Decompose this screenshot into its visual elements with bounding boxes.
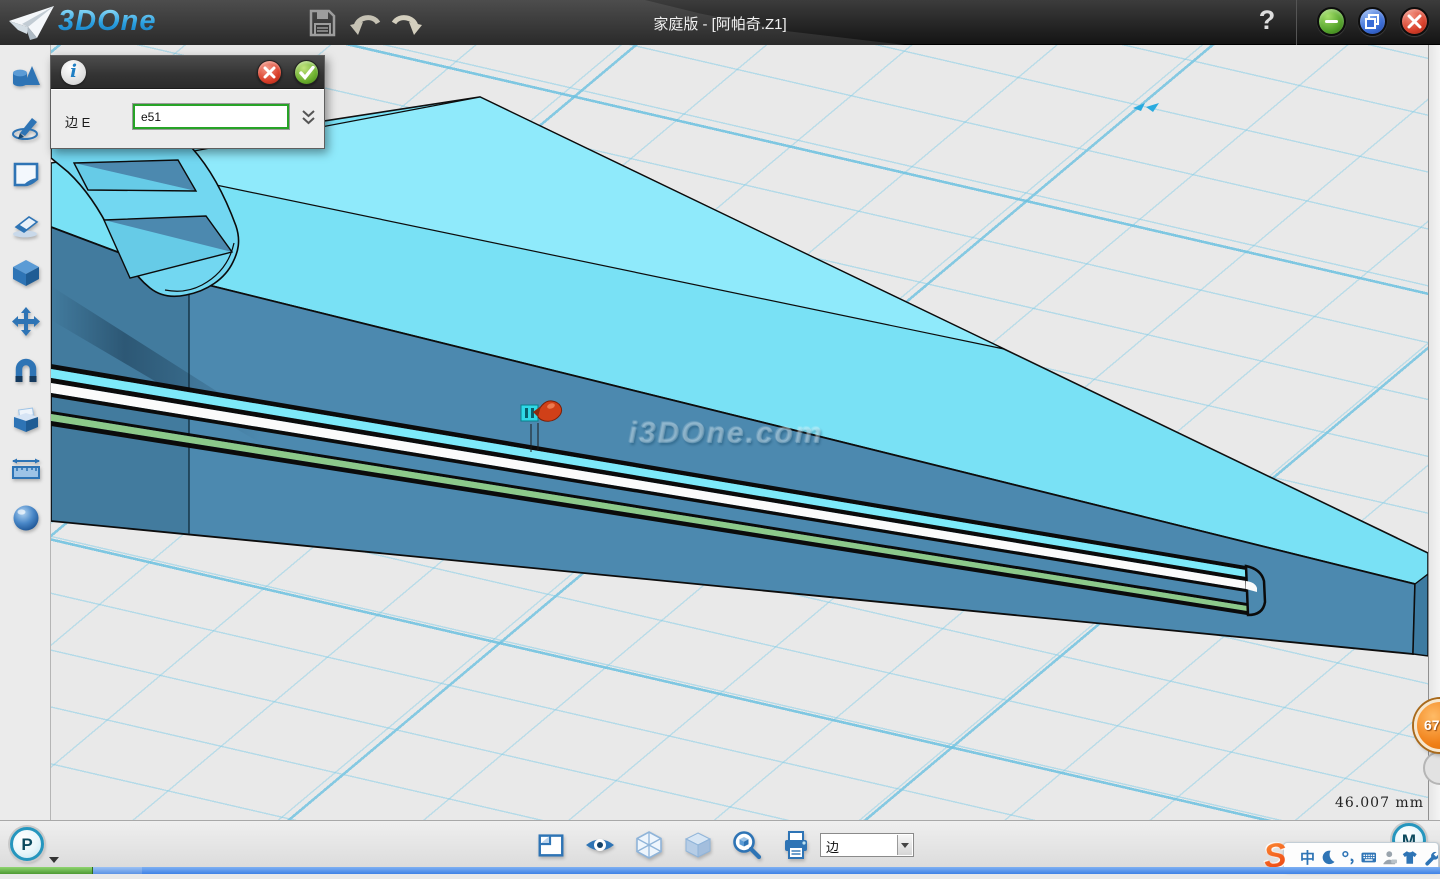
sidebar-item-measure[interactable]	[8, 451, 44, 487]
sidebar-item-eraser[interactable]	[8, 206, 44, 242]
move-icon	[10, 306, 42, 338]
skin-tshirt-icon[interactable]	[1402, 849, 1418, 866]
pick-filter-value: 边	[826, 837, 839, 856]
viewport-layout-button[interactable]	[533, 827, 569, 863]
assembly-icon	[10, 404, 42, 436]
primitives-icon	[10, 61, 42, 93]
measure-icon	[10, 453, 42, 485]
titlebar: 3DOne 家庭版 - [阿帕奇.Z1] ?	[0, 0, 1440, 45]
save-floppy-icon	[309, 9, 336, 37]
save-button[interactable]	[306, 8, 338, 38]
sidebar-item-sketch[interactable]	[8, 108, 44, 144]
minimize-icon	[1325, 20, 1338, 24]
shaded-display-button[interactable]	[680, 827, 716, 863]
app-wordmark: 3DOne	[58, 5, 156, 38]
zoom-view-icon	[731, 829, 763, 861]
expand-options-button[interactable]	[298, 104, 318, 129]
edge-field-label: 边 E	[65, 112, 90, 131]
sidebar-item-features[interactable]	[8, 255, 44, 291]
surface-icon	[10, 159, 42, 191]
double-chevron-down-icon	[301, 109, 316, 125]
print-button[interactable]	[778, 827, 814, 863]
plugin-badge[interactable]: P	[10, 827, 44, 861]
taskbar-blue-segment	[142, 867, 1440, 874]
window-title: 家庭版 - [阿帕奇.Z1]	[653, 13, 786, 34]
viewport-layout-icon	[536, 830, 566, 860]
help-button[interactable]: ?	[1252, 5, 1282, 39]
wireframe-display-button[interactable]	[631, 827, 667, 863]
chevron-down-icon	[901, 843, 909, 848]
visibility-eye-icon	[584, 829, 616, 861]
keyboard-icon[interactable]	[1361, 849, 1377, 866]
mini-axis-icon	[1133, 103, 1159, 112]
titlebar-separator	[1296, 0, 1297, 45]
fin-vent-1	[74, 160, 196, 191]
close-button[interactable]	[1400, 7, 1429, 36]
viewport[interactable]: i3DOne.com 46.007 mm 67	[51, 45, 1440, 820]
zoom-view-button[interactable]	[729, 827, 765, 863]
undo-button[interactable]	[349, 8, 381, 38]
print-icon	[780, 829, 812, 861]
sidebar-item-surface[interactable]	[8, 157, 44, 193]
material-sphere-icon	[10, 502, 42, 534]
watermark: i3DOne.com	[629, 417, 824, 451]
edge-input[interactable]	[133, 104, 289, 129]
minimize-button[interactable]	[1317, 7, 1346, 36]
dialog-header[interactable]: i	[51, 56, 324, 89]
info-icon: i	[61, 60, 86, 85]
dropdown-button[interactable]	[897, 835, 912, 855]
close-icon	[1407, 14, 1422, 29]
visibility-button[interactable]	[582, 827, 618, 863]
sidebar-item-constraint[interactable]	[8, 353, 44, 389]
confirm-button[interactable]	[294, 60, 319, 85]
magnet-icon	[10, 355, 42, 387]
settings-wrench-icon[interactable]	[1423, 849, 1439, 866]
bottom-toolbar: P	[0, 820, 1440, 867]
wing-end-face[interactable]	[1413, 574, 1428, 656]
taskbar-green-segment	[0, 867, 93, 874]
sidebar-item-primitives[interactable]	[8, 59, 44, 95]
edge-input-dialog: i 边 E	[50, 55, 325, 149]
taskbar-button-segment	[93, 867, 142, 874]
sidebar-item-move[interactable]	[8, 304, 44, 340]
restore-button[interactable]	[1358, 7, 1387, 36]
measurement-label: 46.007 mm	[1335, 795, 1424, 811]
feature-cube-icon	[10, 257, 42, 289]
undo-icon	[349, 10, 381, 36]
moon-icon[interactable]	[1320, 849, 1336, 866]
redo-icon	[391, 10, 423, 36]
ime-language-mode[interactable]: 中	[1300, 847, 1315, 868]
sidebar-item-assembly[interactable]	[8, 402, 44, 438]
confirm-check-icon	[299, 66, 315, 80]
redo-button[interactable]	[391, 8, 423, 38]
restore-icon	[1364, 13, 1381, 30]
punctuation-icon[interactable]	[1341, 849, 1357, 866]
app-logo-icon	[8, 4, 56, 41]
sidebar-item-material[interactable]	[8, 500, 44, 536]
pick-filter-select[interactable]: 边	[820, 833, 914, 857]
taskbar-strip	[0, 867, 1440, 874]
eraser-icon	[10, 208, 42, 240]
wireframe-cube-icon	[633, 829, 665, 861]
cancel-x-icon	[263, 66, 276, 79]
sidebar-toolbar	[0, 45, 51, 820]
sketch-icon	[10, 110, 42, 142]
plugin-caret-icon[interactable]	[49, 857, 59, 863]
user-icon[interactable]	[1382, 849, 1398, 866]
shaded-cube-icon	[682, 829, 714, 861]
cancel-button[interactable]	[257, 60, 282, 85]
dialog-body: 边 E	[51, 89, 324, 149]
